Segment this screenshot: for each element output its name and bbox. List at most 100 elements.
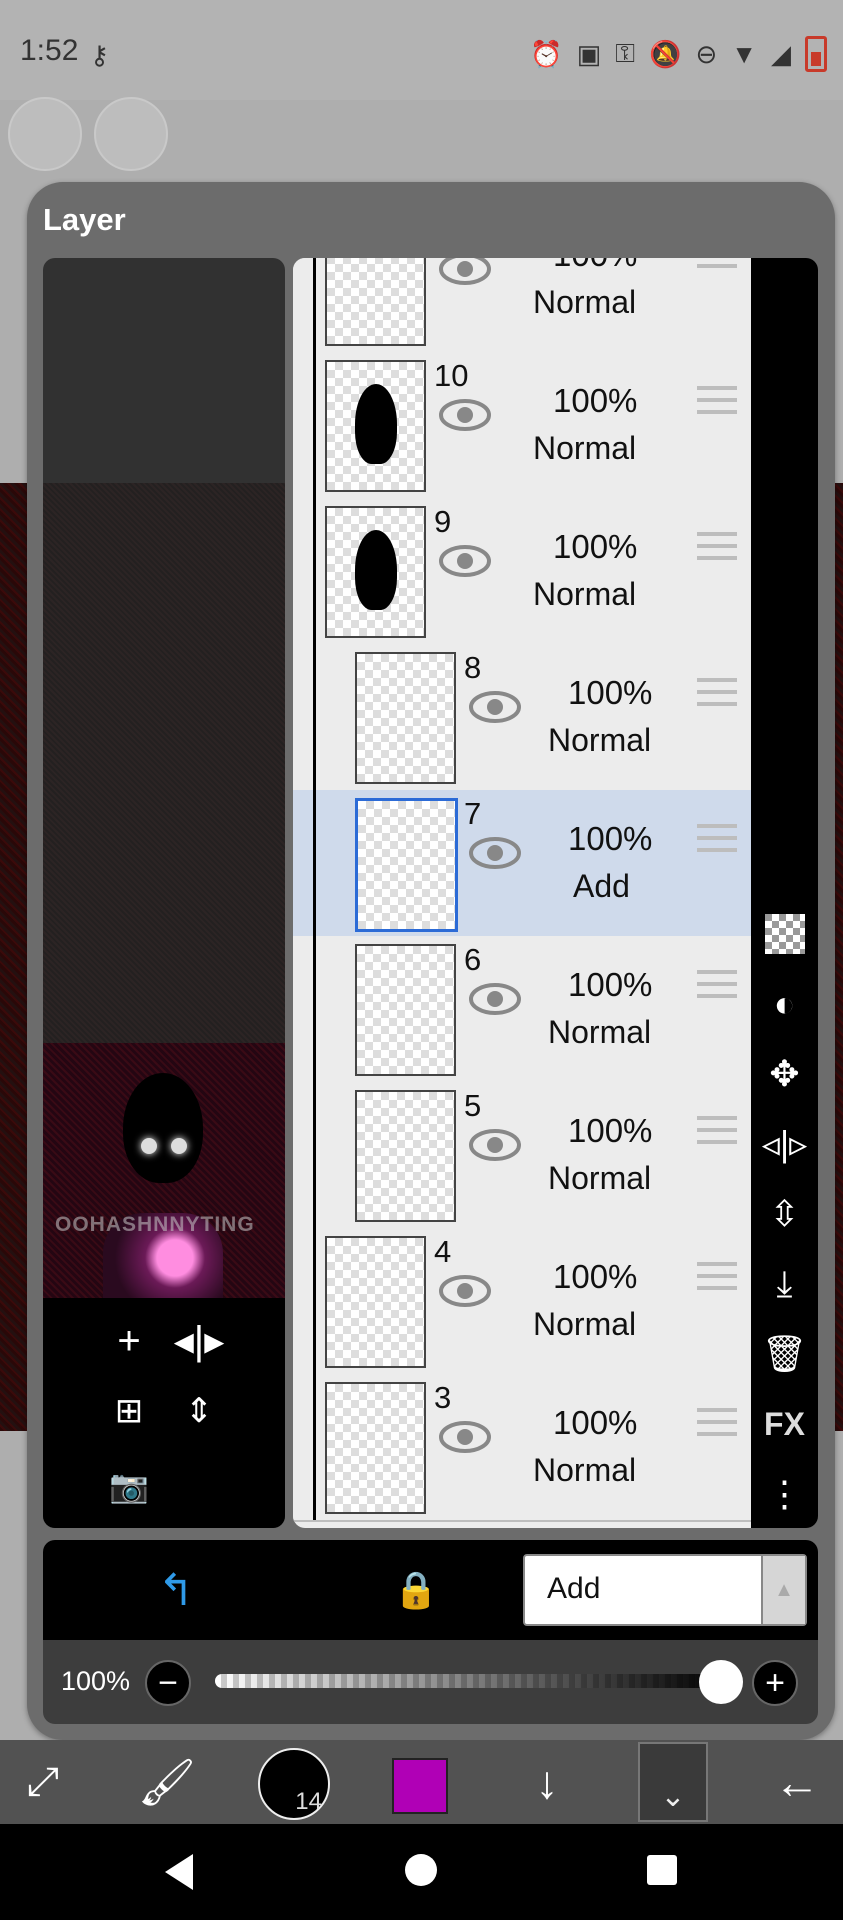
visibility-eye-icon[interactable]	[439, 1420, 491, 1454]
layer-opacity: 100%	[553, 528, 638, 565]
layer-thumbnail	[325, 506, 426, 638]
visibility-eye-icon[interactable]	[469, 690, 521, 724]
layer-row[interactable]: 6 100% Normal	[293, 936, 751, 1084]
layer-row[interactable]: 4 100% Normal	[293, 1228, 751, 1376]
layer-row[interactable]: 10 100% Normal	[293, 352, 751, 500]
layer-opacity: 100%	[568, 674, 653, 711]
bottom-toolbar: ⤢ 🖌 14 ↓ ⌄ ←	[0, 1740, 843, 1824]
opacity-bar: 100% − +	[43, 1640, 818, 1724]
layer-tree-line	[313, 258, 316, 352]
add-layer-button[interactable]: +	[101, 1313, 157, 1369]
visibility-eye-icon[interactable]	[469, 982, 521, 1016]
drag-handle-icon[interactable]	[697, 532, 737, 560]
layer-number: 8	[464, 650, 482, 685]
undo-button[interactable]	[8, 97, 82, 171]
layer-number: 3	[434, 1380, 452, 1415]
opacity-slider-track[interactable]	[215, 1674, 725, 1688]
collapse-button[interactable]: ⌄	[638, 1742, 708, 1822]
alarm-icon: ⏰	[530, 38, 563, 69]
visibility-eye-icon[interactable]	[439, 1274, 491, 1308]
color-swatch[interactable]	[392, 1758, 448, 1814]
layer-thumbnail	[325, 1236, 426, 1368]
merge-down-button[interactable]: ⇕	[171, 1383, 227, 1439]
layer-blend-mode: Normal	[533, 576, 637, 612]
layer-blend-mode: Normal	[548, 722, 652, 758]
mute-bell-icon: 🔕	[649, 38, 682, 69]
layer-tree-line	[313, 1082, 316, 1228]
layer-number: 4	[434, 1234, 452, 1269]
fx-button[interactable]: FX	[751, 1396, 818, 1452]
drag-handle-icon[interactable]	[697, 1116, 737, 1144]
redo-button[interactable]	[94, 97, 168, 171]
delete-icon[interactable]: 🗑	[751, 1326, 818, 1382]
character-eye	[141, 1138, 157, 1154]
layer-row[interactable]: 8 100% Normal	[293, 644, 751, 792]
flip-vertical-icon[interactable]: ⇳	[751, 1186, 818, 1242]
layer-blend-mode: Normal	[533, 1306, 637, 1342]
layer-thumbnail	[355, 944, 456, 1076]
drag-handle-icon[interactable]	[697, 258, 737, 268]
layer-opacity: 100%	[568, 820, 653, 857]
flip-layer-icon[interactable]: ◂|▸	[171, 1313, 227, 1369]
drag-handle-icon[interactable]	[697, 386, 737, 414]
layer-tree-line	[313, 936, 316, 1082]
more-options-icon[interactable]: ⋮	[751, 1466, 818, 1522]
layer-opacity: 100%	[568, 966, 653, 1003]
layer-thumbnail	[325, 360, 426, 492]
wifi-icon: ▼	[731, 38, 757, 69]
layer-tree-line	[313, 352, 316, 498]
layer-row[interactable]: 11100%Normal	[293, 258, 751, 354]
brush-size-button[interactable]: 14	[258, 1748, 330, 1820]
arrow-down-icon[interactable]: ↓	[512, 1750, 582, 1814]
blend-bar: ↰ 🔒 Add ▲	[43, 1540, 818, 1640]
blend-mode-select[interactable]: Add ▲	[523, 1554, 807, 1626]
visibility-eye-icon[interactable]	[439, 258, 491, 286]
layer-tree-line	[313, 498, 316, 644]
nav-home-icon[interactable]	[405, 1854, 437, 1886]
layer-row[interactable]: 3 100% Normal	[293, 1374, 751, 1522]
opacity-slider-knob[interactable]	[699, 1660, 743, 1704]
opacity-decrease-button[interactable]: −	[145, 1660, 191, 1706]
brush-icon[interactable]: 🖌	[132, 1750, 202, 1814]
visibility-eye-icon[interactable]	[469, 836, 521, 870]
silhouette-shape	[355, 530, 397, 610]
drag-handle-icon[interactable]	[697, 1408, 737, 1436]
drag-handle-icon[interactable]	[697, 678, 737, 706]
drag-handle-icon[interactable]	[697, 1262, 737, 1290]
invert-icon[interactable]: ◐	[751, 976, 818, 1032]
back-arrow-icon[interactable]: ←	[762, 1750, 832, 1814]
layer-tree-line	[313, 644, 316, 790]
download-icon[interactable]: ⤓	[751, 1256, 818, 1312]
drag-handle-icon[interactable]	[697, 824, 737, 852]
alpha-lock-icon[interactable]: 🔒	[386, 1565, 446, 1615]
system-nav-bar	[0, 1824, 843, 1920]
dropdown-arrow-icon[interactable]: ▲	[761, 1556, 805, 1624]
layer-blend-mode: Normal	[548, 1160, 652, 1196]
layer-opacity: 100%	[553, 1258, 638, 1295]
visibility-eye-icon[interactable]	[439, 544, 491, 578]
visibility-eye-icon[interactable]	[469, 1128, 521, 1162]
preview-artwork	[43, 1043, 285, 1303]
nav-recents-icon[interactable]	[647, 1855, 677, 1885]
transform-tool-icon[interactable]: ⤢	[8, 1750, 78, 1814]
layer-thumbnail	[325, 1382, 426, 1514]
layers-list[interactable]: 11100%Normal10100%Normal9100%Normal8100%…	[293, 258, 751, 1528]
transparency-checker-icon[interactable]	[751, 906, 818, 962]
brush-size-value: 14	[295, 1788, 322, 1815]
preview-watermark: OOHASHNNYTING	[55, 1213, 255, 1236]
visibility-eye-icon[interactable]	[439, 398, 491, 432]
layer-row[interactable]: 9 100% Normal	[293, 498, 751, 646]
layer-row[interactable]: 5 100% Normal	[293, 1082, 751, 1230]
clipping-icon[interactable]: ↰	[146, 1565, 206, 1615]
flip-horizontal-icon[interactable]: ◃|▹	[751, 1116, 818, 1172]
layer-tree-line	[313, 1374, 316, 1520]
camera-icon[interactable]: 📷	[101, 1458, 157, 1514]
move-icon[interactable]: ✥	[751, 1046, 818, 1102]
opacity-increase-button[interactable]: +	[752, 1660, 798, 1706]
layer-opacity: 100%	[553, 258, 637, 274]
panel-title: Layer	[43, 202, 126, 237]
nav-back-icon[interactable]	[165, 1854, 193, 1890]
drag-handle-icon[interactable]	[697, 970, 737, 998]
duplicate-layer-button[interactable]: ⊞	[101, 1383, 157, 1439]
layer-row[interactable]: 7 100% Add	[293, 790, 751, 938]
